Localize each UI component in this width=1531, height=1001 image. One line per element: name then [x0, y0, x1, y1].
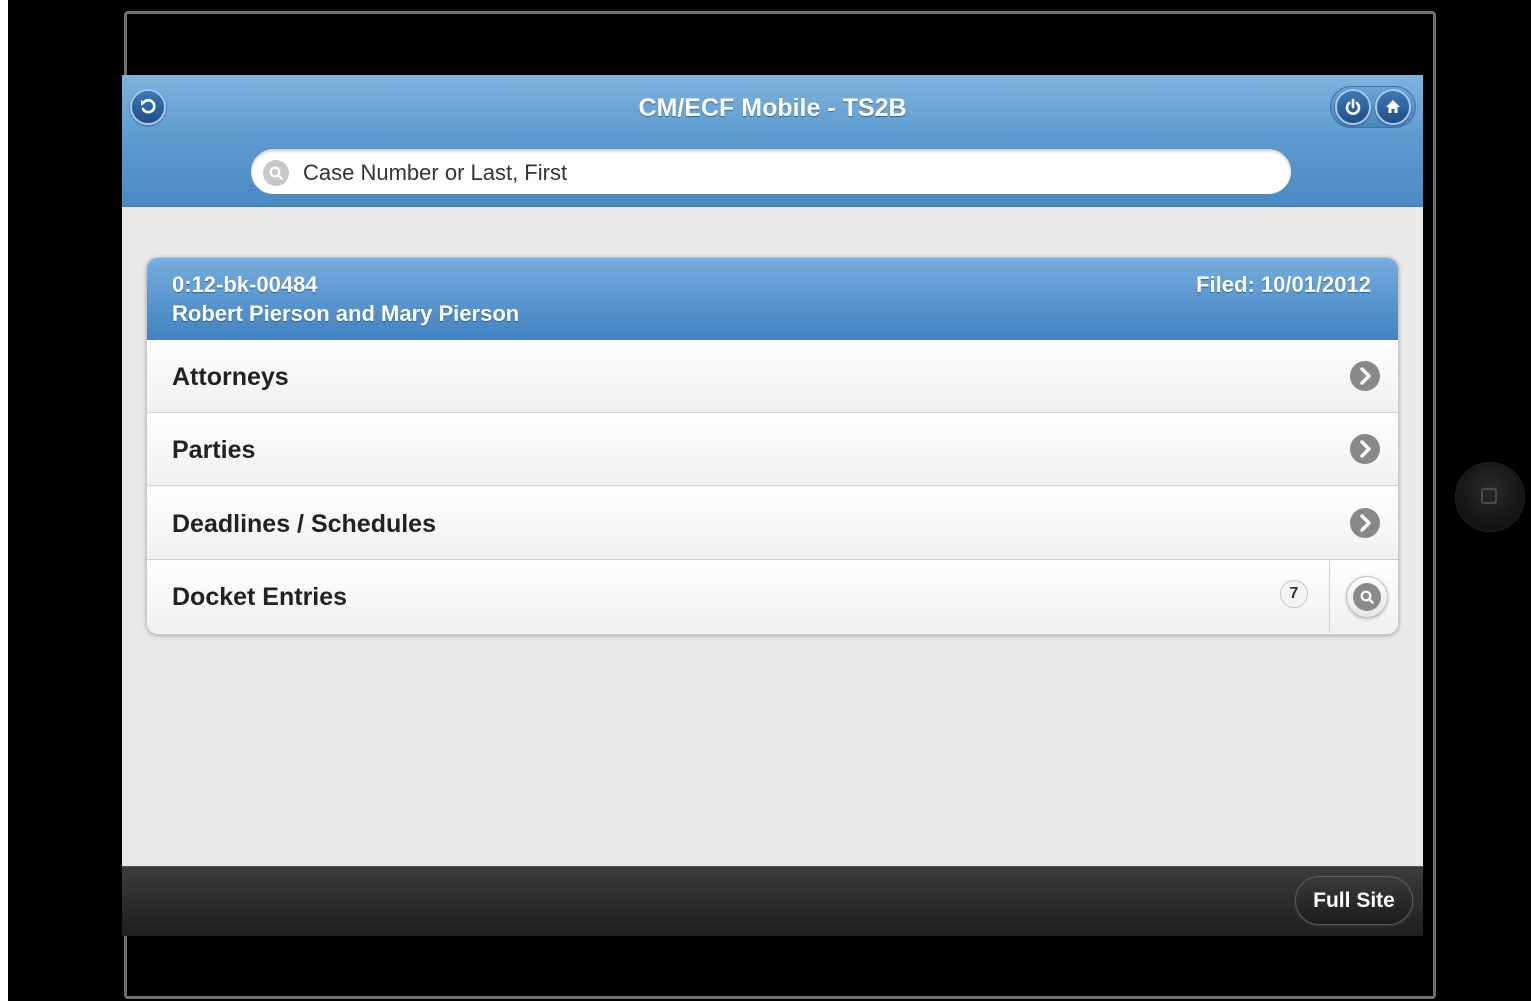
list-item-attorneys[interactable]: Attorneys [147, 340, 1398, 413]
search-bar[interactable] [250, 148, 1292, 196]
app-screen: CM/ECF Mobile - TS2B Case Number or Last… [122, 75, 1423, 936]
header-button-group [1330, 86, 1416, 128]
power-icon [1345, 98, 1361, 115]
logout-button[interactable] [1335, 89, 1371, 125]
chevron-right-icon [1350, 434, 1380, 464]
page-title: CM/ECF Mobile - TS2B [638, 94, 907, 122]
case-card: 0:12-bk-00484 Robert Pierson and Mary Pi… [146, 257, 1399, 635]
home-square-icon [1481, 488, 1497, 504]
app-footer: Full Site [122, 866, 1423, 936]
chevron-right-icon [1350, 508, 1380, 538]
list-item-label: Deadlines / Schedules [172, 510, 436, 538]
docket-search-button[interactable] [1346, 576, 1388, 618]
list-item-deadlines-schedules[interactable]: Deadlines / Schedules [147, 487, 1398, 560]
full-site-button[interactable]: Full Site [1295, 876, 1413, 925]
list-item-label: Attorneys [172, 363, 289, 391]
list-item-docket-entries[interactable]: Docket Entries 7 [147, 560, 1398, 633]
home-icon [1386, 100, 1400, 113]
home-button[interactable] [1375, 89, 1411, 125]
device-home-button[interactable] [1455, 462, 1525, 532]
list-item-label: Parties [172, 436, 256, 464]
case-header: 0:12-bk-00484 Robert Pierson and Mary Pi… [147, 258, 1398, 341]
search-icon [1353, 583, 1381, 611]
search-icon [263, 160, 289, 186]
count-badge: 7 [1280, 580, 1308, 608]
case-number: 0:12-bk-00484 [172, 272, 318, 297]
case-parties: Robert Pierson and Mary Pierson [172, 301, 520, 326]
list-item-label: Docket Entries [172, 583, 348, 611]
case-filed-date: Filed: 10/01/2012 [1196, 272, 1371, 297]
split-divider [1329, 560, 1330, 633]
chevron-right-icon [1350, 361, 1380, 391]
search-input[interactable] [301, 149, 1265, 196]
list-item-parties[interactable]: Parties [147, 413, 1398, 486]
app-header: CM/ECF Mobile - TS2B [122, 75, 1423, 207]
